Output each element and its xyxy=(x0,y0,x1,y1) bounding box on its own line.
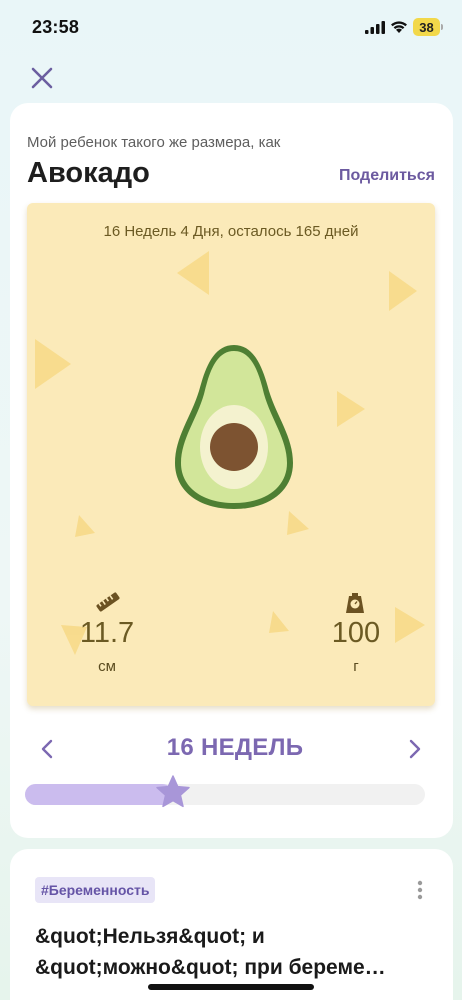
article-title[interactable]: &quot;Нельзя&quot; и &quot;можно&quot; п… xyxy=(35,921,435,983)
length-value: 11.7 xyxy=(79,617,135,649)
status-bar: 23:58 38 xyxy=(0,0,462,54)
battery-level: 38 xyxy=(419,19,434,35)
home-indicator xyxy=(148,984,314,990)
weight-unit: г xyxy=(353,658,359,675)
size-comparison-card: Мой ребенок такого же размера, как Авока… xyxy=(10,103,453,838)
current-week-label: 16 НЕДЕЛЬ xyxy=(166,734,304,761)
length-unit: см xyxy=(98,658,116,675)
fruit-name-title: Авокадо xyxy=(27,157,150,189)
article-title-line: &quot;Нельзя&quot; и xyxy=(35,925,265,948)
star-thumb-icon[interactable] xyxy=(155,774,191,810)
wifi-icon xyxy=(391,21,407,33)
ruler-icon xyxy=(96,592,120,612)
scale-icon xyxy=(346,593,364,613)
comparison-subtitle: Мой ребенок такого же размера, как xyxy=(27,134,281,151)
next-week-chevron-icon[interactable] xyxy=(406,738,424,760)
battery-icon: 38 xyxy=(413,18,443,36)
week-progress-slider[interactable] xyxy=(25,775,425,808)
week-progress-fill xyxy=(25,784,173,805)
article-tag-chip[interactable]: #Беременность xyxy=(35,877,156,903)
article-card[interactable]: #Беременность &quot;Нельзя&quot; и &quot… xyxy=(10,849,453,1000)
article-title-line: &quot;можно&quot; при береме… xyxy=(35,956,386,979)
signal-icon xyxy=(365,21,385,34)
weight-value: 100 xyxy=(331,617,381,649)
fruit-illustration-panel: 16 Недель 4 Дня, осталось 165 дней 11.7 … xyxy=(27,203,435,706)
more-options-icon[interactable] xyxy=(410,879,430,901)
pregnancy-week-info: 16 Недель 4 Дня, осталось 165 дней xyxy=(103,223,359,240)
share-button[interactable]: Поделиться xyxy=(339,167,435,185)
prev-week-chevron-icon[interactable] xyxy=(38,738,56,760)
close-icon[interactable] xyxy=(30,66,54,90)
avocado-illustration xyxy=(175,345,293,509)
status-time: 23:58 xyxy=(32,17,80,37)
